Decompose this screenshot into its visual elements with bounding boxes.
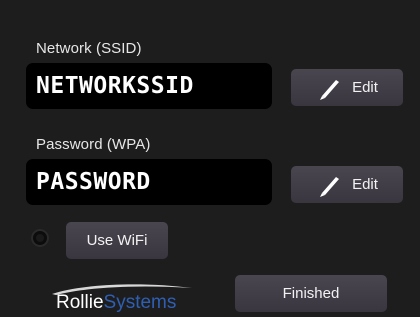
logo-systems-text: Systems [103, 292, 177, 313]
edit-network-button[interactable]: Edit [291, 69, 403, 106]
password-wpa-label: Password (WPA) [36, 136, 151, 153]
edit-network-label: Edit [352, 79, 378, 96]
password-value: PASSWORD [26, 159, 272, 205]
logo-wordmark: RollieSystems [56, 292, 176, 314]
edit-password-label: Edit [352, 176, 378, 193]
wifi-settings-screen: Network (SSID) NETWORKSSID Edit Password… [0, 0, 420, 317]
finished-button[interactable]: Finished [235, 275, 387, 312]
network-ssid-value: NETWORKSSID [26, 63, 272, 109]
network-ssid-label: Network (SSID) [36, 40, 142, 57]
use-wifi-label: Use WiFi [86, 232, 148, 249]
rollie-systems-logo: RollieSystems [46, 281, 196, 315]
pencil-icon [320, 79, 340, 100]
use-wifi-button[interactable]: Use WiFi [66, 222, 168, 259]
finished-label: Finished [282, 285, 340, 302]
use-wifi-radio[interactable] [31, 229, 49, 247]
pencil-icon [320, 176, 340, 197]
logo-rollie-text: Rollie [56, 292, 104, 313]
edit-password-button[interactable]: Edit [291, 166, 403, 203]
